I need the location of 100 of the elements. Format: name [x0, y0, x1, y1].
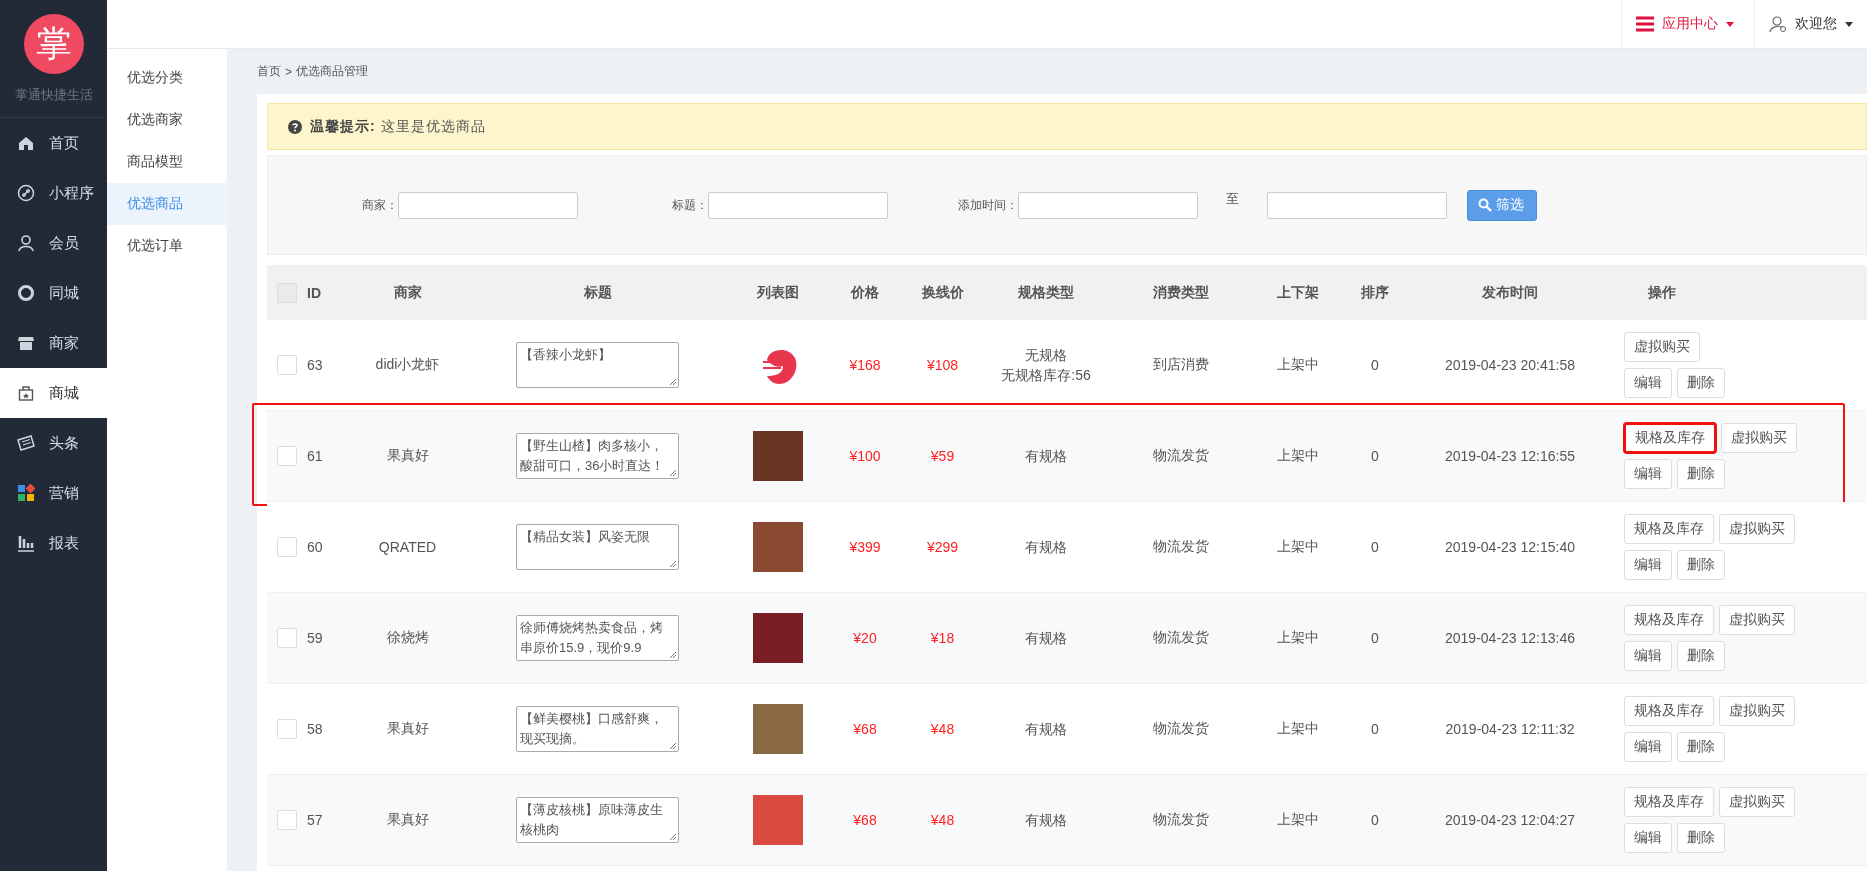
action-button[interactable]: 编辑: [1624, 550, 1672, 580]
row-checkbox[interactable]: [277, 719, 297, 739]
title-field[interactable]: 徐师傅烧烤热卖食品，烤串原价15.9，现价9.9: [516, 615, 679, 661]
filter-field[interactable]: [708, 191, 888, 219]
title-field[interactable]: 【香辣小龙虾】: [516, 342, 679, 388]
row-checkbox[interactable]: [277, 446, 297, 466]
sidebar-item[interactable]: 头条: [0, 418, 107, 468]
price-cell: ¥20: [853, 630, 877, 646]
consume-type-cell: 物流发货: [1153, 629, 1209, 647]
store-icon: [17, 334, 35, 352]
sidebar-label: 头条: [49, 433, 79, 453]
column-header: ID: [307, 284, 321, 301]
action-button[interactable]: 虚拟购买: [1719, 605, 1795, 635]
spec-type-cell-text: 有规格: [1025, 629, 1067, 648]
action-button[interactable]: 虚拟购买: [1721, 423, 1797, 453]
sidebar-item[interactable]: 首页: [0, 118, 107, 168]
action-button[interactable]: 规格及库存: [1624, 605, 1714, 635]
title-field[interactable]: 【野生山楂】肉多核小，酸甜可口，36小时直达！: [516, 433, 679, 479]
sort-cell: 0: [1371, 630, 1379, 646]
filter-field[interactable]: [1018, 191, 1198, 219]
question-icon: [288, 119, 302, 134]
status-cell: 上架中: [1276, 629, 1319, 647]
original-price-cell: ¥18: [930, 630, 955, 646]
merchant-cell: 果真好: [386, 811, 429, 829]
status-cell: 上架中: [1276, 447, 1319, 465]
action-button[interactable]: 删除: [1677, 641, 1725, 671]
action-button[interactable]: 虚拟购买: [1719, 514, 1795, 544]
breadcrumb-separator: >: [285, 64, 292, 79]
consume-type-cell: 物流发货: [1153, 720, 1209, 738]
action-button[interactable]: 编辑: [1624, 641, 1672, 671]
time-cell: 2019-04-23 20:41:58: [1445, 357, 1575, 373]
home-icon: [17, 134, 35, 152]
resize-grip-icon[interactable]: [669, 651, 677, 659]
resize-grip-icon[interactable]: [669, 742, 677, 750]
id-cell: 58: [307, 721, 323, 737]
sidebar-item[interactable]: 营销: [0, 468, 107, 518]
filter-field[interactable]: [1267, 191, 1447, 219]
sidebar-label: 小程序: [49, 183, 94, 203]
action-button[interactable]: 删除: [1677, 732, 1725, 762]
user-icon: [1769, 15, 1787, 33]
action-button[interactable]: 编辑: [1624, 459, 1672, 489]
sidebar-item[interactable]: 报表: [0, 518, 107, 568]
submenu-item[interactable]: 优选分类: [107, 57, 227, 99]
submenu-item[interactable]: 优选订单: [107, 225, 227, 267]
row-checkbox[interactable]: [277, 810, 297, 830]
row-checkbox[interactable]: [277, 355, 297, 375]
sort-cell: 0: [1371, 448, 1379, 464]
action-button[interactable]: 规格及库存: [1624, 787, 1714, 817]
filter-field[interactable]: [398, 191, 578, 219]
original-price-cell: ¥59: [930, 448, 955, 464]
product-photo: [752, 704, 803, 754]
time-cell: 2019-04-23 12:11:32: [1445, 721, 1575, 737]
search-icon: [1478, 198, 1492, 212]
action-button[interactable]: 规格及库存: [1624, 514, 1714, 544]
breadcrumb-link[interactable]: 首页: [257, 63, 281, 80]
sidebar-item[interactable]: 同城: [0, 268, 107, 318]
action-button[interactable]: 编辑: [1624, 732, 1672, 762]
action-button[interactable]: 虚拟购买: [1624, 332, 1700, 362]
sidebar-item[interactable]: 会员: [0, 218, 107, 268]
action-button[interactable]: 虚拟购买: [1719, 696, 1795, 726]
action-button[interactable]: 删除: [1677, 823, 1725, 853]
resize-grip-icon[interactable]: [669, 378, 677, 386]
app-center-menu[interactable]: 应用中心: [1621, 0, 1754, 48]
id-cell: 63: [307, 357, 323, 373]
spec-type-cell-text: 有规格: [1025, 720, 1067, 739]
row-checkbox[interactable]: [277, 537, 297, 557]
status-cell: 上架中: [1276, 811, 1319, 829]
merchant-cell: didi小龙虾: [375, 356, 440, 374]
resize-grip-icon[interactable]: [669, 833, 677, 841]
action-button[interactable]: 删除: [1677, 459, 1725, 489]
sidebar-item[interactable]: 小程序: [0, 168, 107, 218]
action-button[interactable]: 编辑: [1624, 823, 1672, 853]
title-field[interactable]: 【鲜美樱桃】口感舒爽，现买现摘。: [516, 706, 679, 752]
column-header: 标题: [583, 283, 612, 302]
row-checkbox[interactable]: [277, 628, 297, 648]
action-button[interactable]: 规格及库存: [1624, 696, 1714, 726]
spec-type-cell-text: 无规格: [1025, 346, 1067, 365]
title-field[interactable]: 【精品女装】风姿无限: [516, 524, 679, 570]
resize-grip-icon[interactable]: [669, 560, 677, 568]
action-button[interactable]: 规格及库存: [1624, 423, 1716, 453]
id-cell: 61: [307, 448, 323, 464]
sidebar-label: 商城: [49, 383, 79, 403]
merchant-cell: 徐烧烤: [386, 629, 429, 647]
sidebar-item[interactable]: 商城: [0, 368, 107, 418]
submenu-item[interactable]: 商品模型: [107, 141, 227, 183]
action-button[interactable]: 删除: [1677, 368, 1725, 398]
breadcrumb-current: 优选商品管理: [296, 63, 368, 80]
title-field[interactable]: 【薄皮核桃】原味薄皮生核桃肉: [516, 797, 679, 843]
action-button[interactable]: 删除: [1677, 550, 1725, 580]
user-menu[interactable]: 欢迎您: [1754, 0, 1867, 48]
filter-label: 标题：: [672, 196, 708, 214]
sidebar-item[interactable]: 商家: [0, 318, 107, 368]
action-button[interactable]: 编辑: [1624, 368, 1672, 398]
action-button[interactable]: 虚拟购买: [1719, 787, 1795, 817]
consume-type-cell: 物流发货: [1153, 811, 1209, 829]
caret-icon: [1845, 21, 1853, 27]
consume-type-cell: 物流发货: [1153, 538, 1209, 556]
resize-grip-icon[interactable]: [669, 469, 677, 477]
time-cell: 2019-04-23 12:16:55: [1445, 448, 1575, 464]
submenu-item[interactable]: 优选商家: [107, 99, 227, 141]
